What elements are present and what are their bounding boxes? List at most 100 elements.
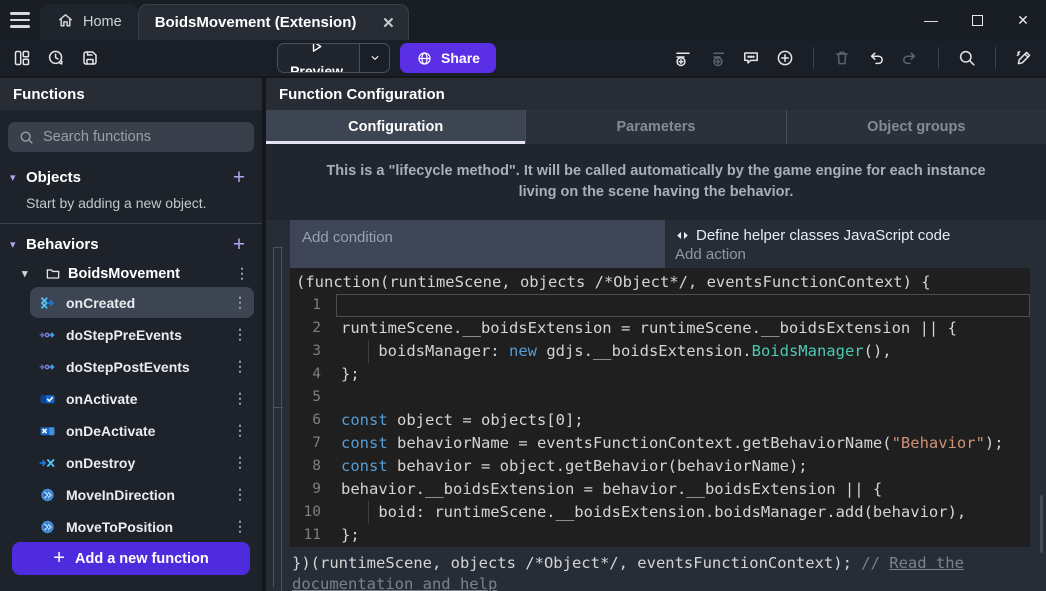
add-circle-icon[interactable] bbox=[771, 44, 799, 72]
code-line-1[interactable]: 1 bbox=[290, 294, 1030, 317]
editor-scrollbar[interactable] bbox=[1040, 495, 1043, 553]
tab-parameters[interactable]: Parameters bbox=[525, 110, 785, 144]
project-manager-icon[interactable] bbox=[8, 44, 36, 72]
chevron-down-icon bbox=[368, 51, 382, 65]
tab-boidsmovement-extension[interactable]: BoidsMovement (Extension) ✕ bbox=[138, 4, 410, 40]
code-line-5[interactable]: 5 bbox=[290, 386, 1030, 409]
add-object-button[interactable]: + bbox=[226, 166, 252, 190]
main-menu-button[interactable] bbox=[0, 0, 40, 40]
add-condition-button[interactable]: Add condition bbox=[290, 220, 665, 268]
code-line-7[interactable]: 7const behaviorName = eventsFunctionCont… bbox=[290, 432, 1030, 455]
item-menu-button[interactable]: ⋮ bbox=[230, 454, 250, 471]
item-menu-button[interactable]: ⋮ bbox=[230, 294, 250, 311]
item-menu-button[interactable]: ⋮ bbox=[230, 390, 250, 407]
sidebar-item-onactivate[interactable]: onActivate⋮ bbox=[30, 383, 254, 414]
line-content: const behaviorName = eventsFunctionConte… bbox=[336, 432, 1030, 455]
close-tab-icon[interactable]: ✕ bbox=[378, 13, 398, 33]
trash-icon[interactable] bbox=[828, 44, 856, 72]
collapse-arrow-icon[interactable]: ▾ bbox=[22, 267, 38, 280]
code-line-4[interactable]: 4}; bbox=[290, 363, 1030, 386]
code-line-8[interactable]: 8const behavior = object.getBehavior(beh… bbox=[290, 455, 1030, 478]
sidebar-item-ondeactivate[interactable]: onDeActivate⋮ bbox=[30, 415, 254, 446]
comment-prefix: // bbox=[861, 554, 889, 572]
function-label: MoveInDirection bbox=[66, 487, 175, 503]
function-label: doStepPreEvents bbox=[66, 327, 182, 343]
code-line-9[interactable]: 9behavior.__boidsExtension = behavior.__… bbox=[290, 478, 1030, 501]
toolbar-right-icons bbox=[669, 44, 1038, 72]
home-icon bbox=[56, 11, 75, 34]
section-behaviors[interactable]: ▾ Behaviors + bbox=[0, 230, 262, 260]
code-line-2[interactable]: 2runtimeScene.__boidsExtension = runtime… bbox=[290, 317, 1030, 340]
preview-options-dropdown[interactable] bbox=[359, 44, 389, 72]
folder-icon bbox=[45, 266, 61, 281]
folder-menu-button[interactable]: ⋮ bbox=[232, 265, 252, 282]
search-functions-input[interactable] bbox=[43, 129, 244, 145]
sidebar-item-moveindirection[interactable]: MoveInDirection ⋮ bbox=[30, 479, 254, 510]
window-controls: — ✕ bbox=[908, 3, 1046, 37]
sidebar-item-oncreated[interactable]: onCreated⋮ bbox=[30, 287, 254, 318]
line-number: 9 bbox=[290, 478, 336, 501]
add-event-icon[interactable] bbox=[669, 44, 697, 72]
sidebar-divider bbox=[0, 223, 262, 224]
code-line-10[interactable]: 10 boid: runtimeScene.__boidsExtension.b… bbox=[290, 501, 1030, 524]
tab-configuration[interactable]: Configuration bbox=[266, 110, 525, 144]
search-functions-box[interactable] bbox=[8, 122, 254, 152]
section-objects[interactable]: ▾ Objects + bbox=[0, 162, 262, 192]
code-line-3[interactable]: 3 boidsManager: new gdjs.__boidsExtensio… bbox=[290, 340, 1030, 363]
tab-object-groups[interactable]: Object groups bbox=[786, 110, 1046, 144]
add-behavior-button[interactable]: + bbox=[226, 233, 252, 257]
share-button[interactable]: Share bbox=[400, 43, 496, 73]
code-line-11[interactable]: 11}; bbox=[290, 524, 1030, 547]
tab-active-label: BoidsMovement (Extension) bbox=[155, 14, 357, 31]
function-label: onDestroy bbox=[66, 455, 135, 471]
sidebar-title: Functions bbox=[0, 78, 262, 110]
history-icon[interactable] bbox=[42, 44, 70, 72]
search-icon[interactable] bbox=[953, 44, 981, 72]
event-rail bbox=[266, 220, 290, 591]
preview-button-label: Preview bbox=[290, 63, 343, 74]
plus-icon: + bbox=[53, 547, 65, 570]
code-line-6[interactable]: 6const object = objects[0]; bbox=[290, 409, 1030, 432]
add-sub-event-icon[interactable] bbox=[703, 44, 731, 72]
line-content: runtimeScene.__boidsExtension = runtimeS… bbox=[336, 317, 1030, 340]
window-minimize-button[interactable]: — bbox=[908, 3, 954, 37]
add-action-button[interactable]: Add action bbox=[675, 246, 1030, 268]
behavior-folder-boidsmovement[interactable]: ▾ BoidsMovement ⋮ bbox=[0, 260, 262, 287]
window-close-button[interactable]: ✕ bbox=[1000, 3, 1046, 37]
line-content: boid: runtimeScene.__boidsExtension.boid… bbox=[336, 501, 1030, 524]
js-code-editor[interactable]: (function(runtimeScene, objects /*Object… bbox=[290, 268, 1030, 547]
item-menu-button[interactable]: ⋮ bbox=[230, 326, 250, 343]
toolbar-divider bbox=[995, 47, 996, 69]
gear-icon bbox=[39, 487, 57, 503]
folder-label: BoidsMovement bbox=[68, 266, 180, 282]
collapse-arrow-icon[interactable]: ▾ bbox=[10, 171, 26, 184]
undo-icon[interactable] bbox=[862, 44, 890, 72]
line-content: }; bbox=[336, 524, 1030, 547]
item-menu-button[interactable]: ⋮ bbox=[230, 358, 250, 375]
sidebar-item-ondestroy[interactable]: onDestroy ⋮ bbox=[30, 447, 254, 478]
event-sheet: Add condition Define helper classes Java… bbox=[266, 220, 1046, 591]
search-icon bbox=[18, 129, 35, 146]
item-menu-button[interactable]: ⋮ bbox=[230, 486, 250, 503]
edit-extension-icon[interactable] bbox=[1010, 44, 1038, 72]
redo-icon[interactable] bbox=[896, 44, 924, 72]
line-content: boidsManager: new gdjs.__boidsExtension.… bbox=[336, 340, 1030, 363]
window-maximize-button[interactable] bbox=[954, 3, 1000, 37]
line-number: 2 bbox=[290, 317, 336, 340]
comment-icon[interactable] bbox=[737, 44, 765, 72]
save-icon[interactable] bbox=[76, 44, 104, 72]
code-wrapper-footer: })(runtimeScene, objects /*Object*/, eve… bbox=[290, 547, 1030, 591]
sidebar-item-movetoposition[interactable]: MoveToPosition⋮ bbox=[30, 511, 254, 542]
line-number: 11 bbox=[290, 524, 336, 547]
add-function-button[interactable]: + Add a new function bbox=[12, 542, 250, 575]
preview-button[interactable]: Preview bbox=[278, 43, 359, 73]
tab-home[interactable]: Home bbox=[40, 4, 138, 40]
share-button-label: Share bbox=[441, 50, 480, 66]
item-menu-button[interactable]: ⋮ bbox=[230, 518, 250, 535]
sidebar-item-dosteppreevents[interactable]: doStepPreEvents ⋮ bbox=[30, 319, 254, 350]
collapse-arrow-icon[interactable]: ▾ bbox=[10, 238, 26, 251]
sidebar-item-dosteppostevents[interactable]: doStepPostEvents⋮ bbox=[30, 351, 254, 382]
item-menu-button[interactable]: ⋮ bbox=[230, 422, 250, 439]
js-event-title[interactable]: Define helper classes JavaScript code bbox=[675, 224, 1030, 246]
line-number: 4 bbox=[290, 363, 336, 386]
